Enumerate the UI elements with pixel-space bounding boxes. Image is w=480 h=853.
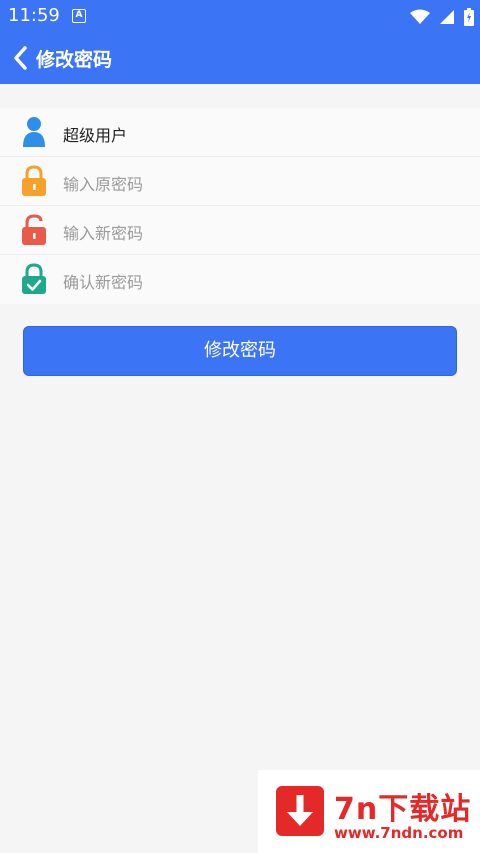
- password-form: 超级用户 输入原密码 输入新密码 确认新密码: [0, 108, 480, 304]
- lock-open-icon: [22, 214, 46, 245]
- username-value: 超级用户: [63, 126, 128, 145]
- watermark: 7n下载站 www.7ndn.com: [258, 770, 480, 853]
- new-password-input[interactable]: 输入新密码: [63, 220, 143, 244]
- notification-icon: A: [72, 9, 86, 23]
- app-header: 11:59 A 修改密码: [0, 0, 480, 84]
- back-button[interactable]: [10, 44, 34, 72]
- user-icon: [23, 117, 45, 147]
- download-logo-icon: [276, 786, 324, 836]
- change-password-button[interactable]: 修改密码: [23, 326, 457, 376]
- username-row: 超级用户: [0, 108, 480, 157]
- confirm-password-input[interactable]: 确认新密码: [63, 269, 143, 293]
- battery-icon: [464, 7, 474, 26]
- page-title: 修改密码: [36, 49, 113, 71]
- watermark-name: 7n下载站: [334, 792, 472, 827]
- status-time: 11:59: [8, 5, 60, 26]
- title-row: 修改密码: [0, 40, 480, 76]
- confirm-password-row[interactable]: 确认新密码: [0, 255, 480, 304]
- old-password-input[interactable]: 输入原密码: [63, 171, 143, 195]
- status-icons: [406, 6, 474, 26]
- watermark-url: www.7ndn.com: [334, 824, 464, 842]
- wifi-icon: [409, 9, 430, 24]
- old-password-row[interactable]: 输入原密码: [0, 157, 480, 206]
- signal-icon: [439, 9, 454, 24]
- lock-closed-icon: [22, 165, 46, 196]
- lock-check-icon: [22, 263, 46, 294]
- new-password-row[interactable]: 输入新密码: [0, 206, 480, 255]
- status-bar: 11:59 A: [0, 0, 480, 32]
- chevron-left-icon: [14, 46, 27, 70]
